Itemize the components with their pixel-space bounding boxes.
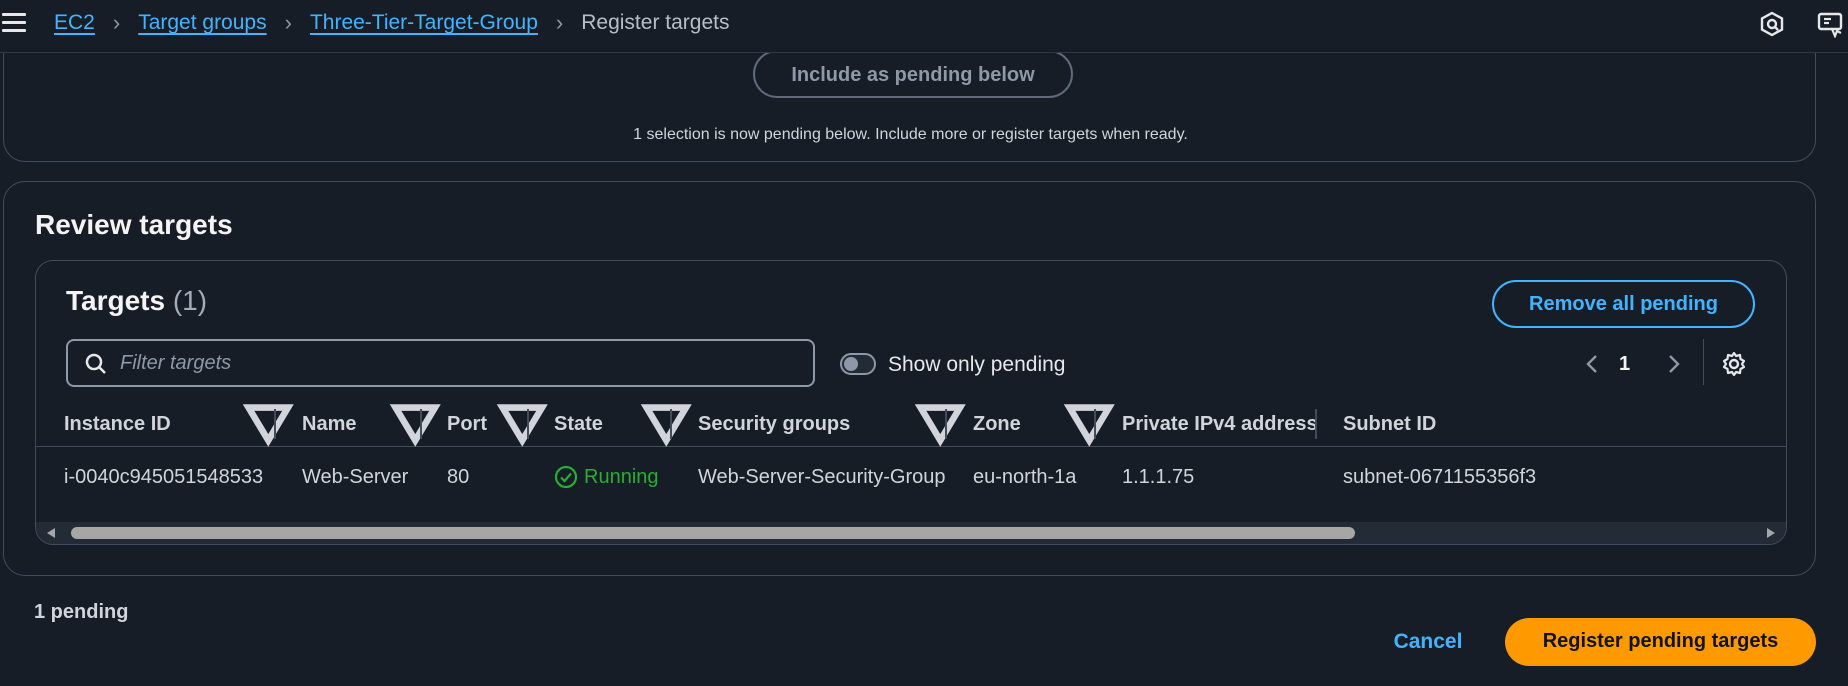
column-name[interactable]: Name: [302, 401, 356, 447]
column-instance-id[interactable]: Instance ID: [64, 401, 171, 447]
column-label: State: [554, 412, 603, 435]
show-only-pending-toggle[interactable]: [840, 353, 876, 375]
state-cell: Running: [554, 465, 659, 489]
scrollbar-thumb[interactable]: [71, 527, 1355, 539]
review-targets-heading: Review targets: [35, 209, 233, 240]
targets-table-container: Targets (1) Remove all pending Show only…: [35, 260, 1787, 545]
remove-all-pending-button[interactable]: Remove all pending: [1492, 280, 1755, 328]
scroll-left-icon[interactable]: [45, 527, 57, 539]
ipv4-cell: 1.1.1.75: [1122, 466, 1195, 488]
security-group-cell: Web-Server-Security-Group: [698, 466, 946, 488]
sort-icon[interactable]: [242, 401, 295, 447]
breadcrumb-current: Register targets: [581, 11, 730, 34]
port-cell: 80: [447, 466, 470, 488]
feedback-icon[interactable]: [1816, 10, 1844, 38]
status-ok-icon: [554, 465, 578, 489]
register-pending-targets-button[interactable]: Register pending targets: [1505, 618, 1816, 666]
chevron-right-icon[interactable]: [1664, 352, 1684, 376]
column-zone[interactable]: Zone: [973, 401, 1021, 447]
show-only-pending-label: Show only pending: [888, 353, 1066, 376]
zone-cell: eu-north-1a: [973, 466, 1077, 488]
column-resizer[interactable]: [274, 409, 276, 439]
chevron-left-icon[interactable]: [1582, 352, 1602, 376]
column-label: Instance ID: [64, 412, 171, 435]
review-targets-panel: Review targets Targets (1) Remove all pe…: [3, 181, 1816, 576]
column-resizer[interactable]: [1094, 409, 1096, 439]
horizontal-scrollbar[interactable]: [36, 522, 1786, 544]
column-resizer[interactable]: [1315, 409, 1317, 439]
table-row: i-0040c945051548533 Web-Server 80 Runnin…: [36, 447, 1786, 507]
column-subnet-id[interactable]: Subnet ID: [1343, 401, 1436, 447]
chevron-right-icon: ›: [112, 10, 121, 35]
scroll-right-icon[interactable]: [1765, 527, 1777, 539]
column-label: Private IPv4 address: [1122, 412, 1318, 435]
chevron-right-icon: ›: [555, 10, 564, 35]
chevron-right-icon: ›: [284, 10, 292, 35]
menu-icon[interactable]: [2, 13, 26, 33]
notifications-icon[interactable]: [1758, 10, 1786, 38]
gear-icon[interactable]: [1721, 351, 1747, 377]
breadcrumb-target-groups[interactable]: Target groups: [138, 11, 266, 35]
page-number[interactable]: 1: [1619, 353, 1630, 376]
instance-id-cell: i-0040c945051548533: [64, 466, 264, 488]
column-label: Name: [302, 412, 357, 435]
targets-count: (1): [172, 285, 208, 316]
sort-icon[interactable]: [389, 401, 442, 447]
column-resizer[interactable]: [670, 409, 672, 439]
top-navigation-bar: EC2 › Target groups › Three-Tier-Target-…: [0, 0, 1848, 53]
subnet-cell: subnet-0671155356f3: [1343, 466, 1537, 488]
pending-count: 1 pending: [34, 601, 129, 623]
filter-targets-field[interactable]: [66, 339, 815, 387]
include-as-pending-button[interactable]: Include as pending below: [753, 50, 1073, 98]
search-icon: [85, 353, 106, 374]
sort-icon[interactable]: [914, 401, 967, 447]
column-label: Security groups: [698, 412, 851, 435]
sort-icon[interactable]: [640, 401, 693, 447]
breadcrumb: EC2 › Target groups › Three-Tier-Target-…: [54, 10, 729, 36]
column-security-groups[interactable]: Security groups: [698, 401, 850, 447]
sort-icon[interactable]: [496, 401, 549, 447]
column-resizer[interactable]: [945, 409, 947, 439]
column-label: Subnet ID: [1343, 412, 1437, 435]
table-header: Instance ID Name Port State Security gro…: [36, 401, 1786, 447]
pager-divider: [1703, 339, 1704, 385]
cancel-button[interactable]: Cancel: [1378, 618, 1478, 666]
name-cell: Web-Server: [302, 466, 409, 488]
targets-title: Targets: [66, 285, 166, 316]
state-text: Running: [584, 465, 659, 488]
column-label: Port: [447, 412, 487, 435]
selection-message: 1 selection is now pending below. Includ…: [633, 126, 1188, 143]
targets-heading: Targets (1): [66, 285, 207, 317]
breadcrumb-target-group[interactable]: Three-Tier-Target-Group: [310, 11, 538, 35]
column-resizer[interactable]: [420, 409, 422, 439]
filter-targets-input[interactable]: [120, 341, 800, 385]
column-port[interactable]: Port: [447, 401, 487, 447]
column-resizer[interactable]: [527, 409, 529, 439]
sort-icon[interactable]: [1063, 401, 1116, 447]
column-label: Zone: [973, 412, 1021, 435]
column-state[interactable]: State: [554, 401, 603, 447]
breadcrumb-ec2[interactable]: EC2: [54, 11, 95, 35]
column-private-ipv4[interactable]: Private IPv4 address: [1122, 401, 1318, 447]
